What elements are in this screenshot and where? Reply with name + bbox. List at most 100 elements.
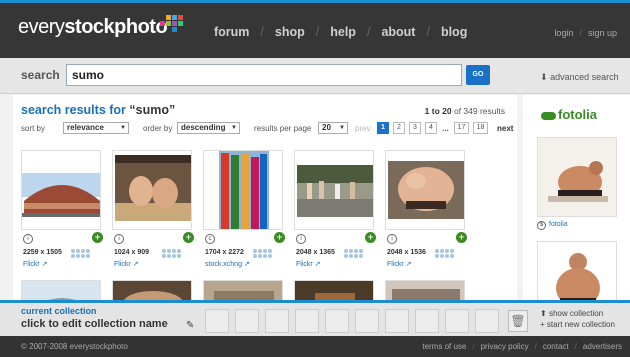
sponsor-source-label: fotolia [549,221,568,228]
page-1[interactable]: 1 [377,122,389,134]
thumbnail-image[interactable] [385,150,465,230]
terms-link[interactable]: terms of use [422,342,466,351]
collection-slot[interactable] [295,309,319,333]
nav-shop[interactable]: shop [275,25,305,39]
rating-dots[interactable] [435,249,465,259]
thumbnail-meta: i + [114,232,194,244]
page-18[interactable]: 18 [473,122,488,134]
license-icon[interactable]: i [387,234,397,244]
edit-icon[interactable]: ✎ [186,320,194,331]
logo-text-bold: stockphoto [64,16,168,38]
thumbnail-image[interactable] [112,150,192,230]
logo-text-light: every [18,16,65,38]
login-link[interactable]: login [554,28,573,38]
next-link[interactable]: next [497,124,513,133]
search-input[interactable] [66,64,462,86]
collection-slot[interactable] [385,309,409,333]
footer: © 2007-2008 everystockphoto terms of use… [0,336,630,357]
license-icon[interactable]: i [296,234,306,244]
page-4[interactable]: 4 [425,122,437,134]
thumbnail-card: i + 2048 x 1536 Flickr ↗ [385,150,467,268]
collection-name-edit[interactable]: click to edit collection name [21,318,168,330]
fotolia-logo[interactable]: fotolia [541,107,597,122]
sort-value: relevance [67,123,104,132]
license-icon[interactable]: i [23,234,33,244]
external-link-icon: ↗ [41,261,48,268]
add-to-collection-icon[interactable]: + [183,232,194,243]
nav-help[interactable]: help [330,25,356,39]
per-page-select[interactable]: 20 ▼ [318,122,348,134]
thumbnail-meta: i + [23,232,103,244]
copyright-icon: $ [537,221,546,230]
prev-link[interactable]: prev [355,124,371,133]
source-link[interactable]: stock.xchng ↗ [205,260,250,268]
source-link[interactable]: Flickr ↗ [296,260,321,268]
new-collection-link[interactable]: + start new collection [540,319,615,330]
image-dimensions: 2048 x 1365 [296,249,335,256]
thumbnail-card: i + 2048 x 1365 Flickr ↗ [294,150,376,268]
collection-bar: current collection click to edit collect… [0,300,630,336]
rating-dots[interactable] [253,249,283,259]
page-3[interactable]: 3 [409,122,421,134]
collection-slot[interactable] [325,309,349,333]
account-links: login / sign up [554,28,617,38]
add-to-collection-icon[interactable]: + [92,232,103,243]
thumbnail-image[interactable] [21,150,101,230]
thumbnail-meta: i + [387,232,467,244]
collection-actions: ⬆ show collection + start new collection [540,308,615,330]
thumbnail-grid: i + 2259 x 1505 Flickr ↗ i + 1024 x 909 … [21,150,511,280]
site-logo[interactable]: everystockphoto [18,16,168,39]
add-to-collection-icon[interactable]: + [365,232,376,243]
thumbnail-card: i + 1024 x 909 Flickr ↗ [112,150,194,268]
contact-link[interactable]: contact [543,342,569,351]
collection-slot[interactable] [475,309,499,333]
sponsor-thumbnail[interactable] [537,137,617,217]
license-icon[interactable]: i [114,234,124,244]
source-link[interactable]: Flickr ↗ [387,260,412,268]
order-select[interactable]: descending ▼ [177,122,240,134]
main-nav: forum / shop / help / about / blog [214,25,468,39]
nav-about[interactable]: about [381,25,415,39]
collection-slot[interactable] [355,309,379,333]
image-dimensions: 2259 x 1505 [23,249,62,256]
collection-title: current collection [21,306,97,316]
source-label: Flickr [296,261,313,268]
source-label: Flickr [387,261,404,268]
advertisers-link[interactable]: advertisers [583,342,622,351]
chevron-down-icon: ▼ [120,125,126,131]
trash-icon[interactable]: 🗑 [508,310,528,332]
thumbnail-card: i + 2259 x 1505 Flickr ↗ [21,150,103,268]
go-button[interactable]: GO [466,65,490,85]
page-17[interactable]: 17 [454,122,469,134]
collection-slot[interactable] [415,309,439,333]
external-link-icon: ↗ [405,261,412,268]
license-icon[interactable]: c [205,234,215,244]
copyright-text: © 2007-2008 everystockphoto [21,342,128,351]
signup-link[interactable]: sign up [588,28,617,38]
collection-slot[interactable] [235,309,259,333]
source-link[interactable]: Flickr ↗ [23,260,48,268]
nav-blog[interactable]: blog [441,25,467,39]
source-label: stock.xchng [205,261,242,268]
add-to-collection-icon[interactable]: + [274,232,285,243]
collection-slot[interactable] [445,309,469,333]
per-page-label: results per page [254,124,312,133]
sponsor-source[interactable]: $ fotolia [537,221,568,230]
image-dimensions: 2048 x 1536 [387,249,426,256]
privacy-link[interactable]: privacy policy [481,342,529,351]
advanced-search-link[interactable]: ⬇ advanced search [540,72,619,83]
rating-dots[interactable] [162,249,192,259]
collection-slot[interactable] [265,309,289,333]
rating-dots[interactable] [344,249,374,259]
page-2[interactable]: 2 [393,122,405,134]
nav-forum[interactable]: forum [214,25,249,39]
source-link[interactable]: Flickr ↗ [114,260,139,268]
show-collection-link[interactable]: ⬆ show collection [540,308,615,319]
sort-select[interactable]: relevance ▼ [63,122,129,134]
add-to-collection-icon[interactable]: + [456,232,467,243]
per-page-value: 20 [322,123,331,132]
thumbnail-image[interactable] [294,150,374,230]
thumbnail-image[interactable] [203,150,283,230]
collection-slot[interactable] [205,309,229,333]
rating-dots[interactable] [71,249,101,259]
